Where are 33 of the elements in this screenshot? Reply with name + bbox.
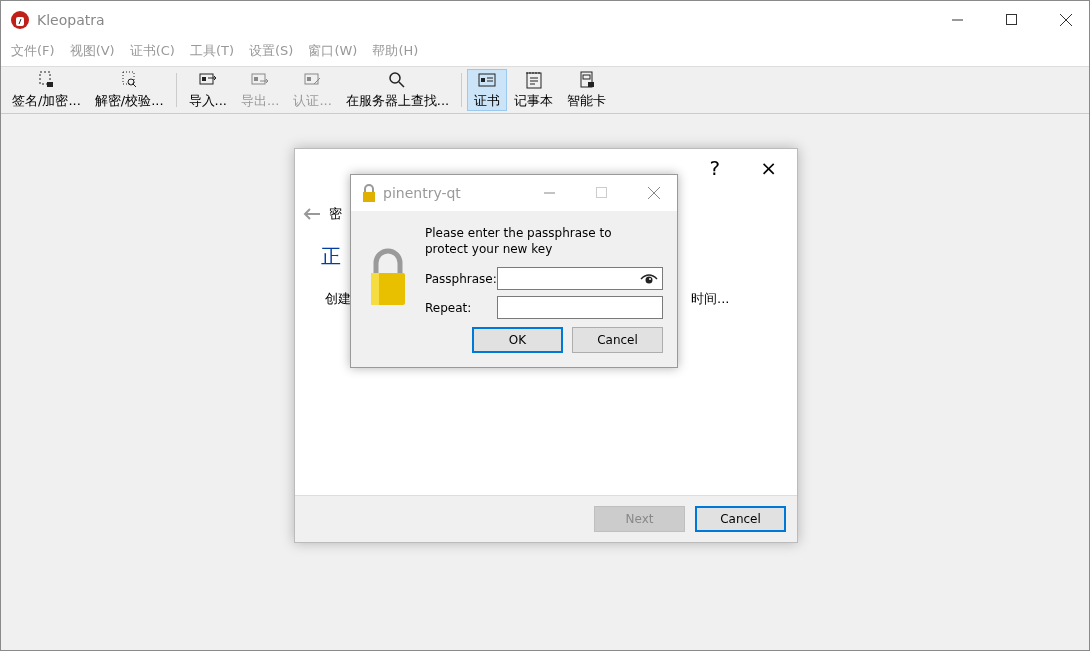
close-icon: [1060, 13, 1072, 26]
toolbar-button[interactable]: 智能卡: [560, 69, 614, 111]
toolbar-button[interactable]: 在服务器上查找...: [338, 69, 457, 111]
wizard-button[interactable]: Cancel: [695, 506, 786, 532]
prompt-message: Please enter the passphrase to protect your new key: [425, 225, 613, 257]
help-button[interactable]: ?: [699, 156, 731, 180]
dialog-title: pinentry-qt: [383, 185, 462, 201]
card-icon: [477, 70, 498, 90]
toolbar-button[interactable]: 证书: [467, 69, 508, 111]
page-heading: 正: [321, 243, 341, 270]
status-text: 时间...: [691, 290, 730, 308]
field-label: Repeat:: [425, 300, 472, 315]
app-logo-icon: [11, 10, 29, 29]
close-icon: [648, 187, 660, 199]
window-title: Kleopatra: [37, 11, 106, 28]
notepad-icon: [523, 70, 544, 90]
eye-icon[interactable]: [640, 272, 658, 285]
toolbar-button[interactable]: 导入...: [181, 69, 234, 111]
toolbar-button[interactable]: 解密/校验...: [87, 69, 171, 111]
field-label: Passphrase:: [425, 271, 497, 286]
lock-icon: [361, 184, 377, 202]
dialog-button[interactable]: Cancel: [572, 327, 663, 353]
close-button[interactable]: ×: [750, 156, 787, 180]
back-arrow-icon[interactable]: [303, 208, 321, 220]
input-field[interactable]: [497, 296, 663, 319]
page-title: 密: [329, 205, 342, 223]
toolbar-button[interactable]: 签名/加密...: [5, 69, 88, 111]
toolbar-button[interactable]: 记事本: [507, 69, 561, 111]
passphrase-field[interactable]: [497, 267, 663, 290]
dialog-button[interactable]: OK: [472, 327, 563, 353]
maximize-icon: [596, 187, 608, 199]
status-text: 创建: [325, 290, 351, 308]
maximize-icon: [1006, 13, 1018, 26]
